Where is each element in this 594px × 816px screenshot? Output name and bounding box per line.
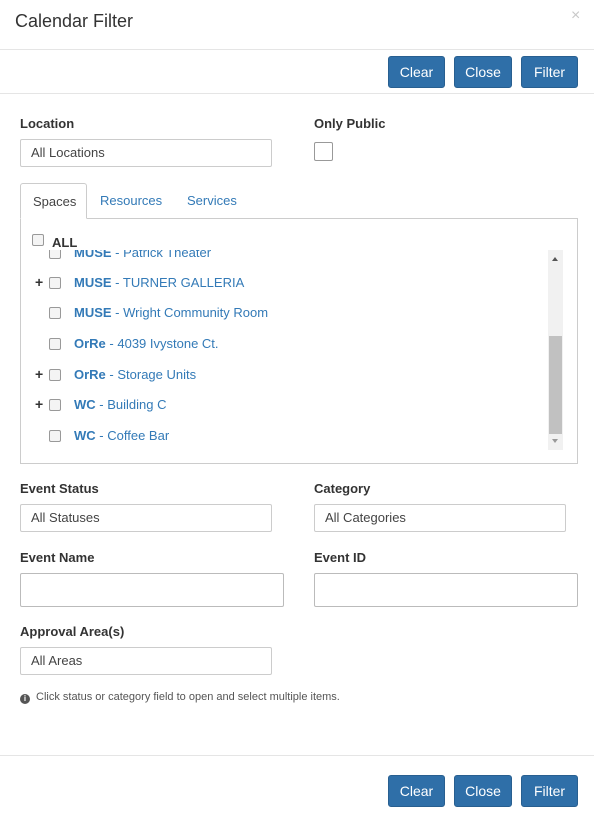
space-checkbox[interactable] (49, 250, 61, 259)
top-button-bar: Clear Close Filter (0, 50, 594, 94)
space-link[interactable]: MUSE - TURNER GALLERIA (74, 275, 244, 290)
approval-area-select[interactable]: All Areas (20, 647, 272, 675)
spaces-list: MUSE - Patrick Theater + MUSE - TURNER G… (21, 250, 548, 450)
clear-button-top[interactable]: Clear (388, 56, 445, 88)
expand-plus-icon[interactable]: + (35, 274, 43, 290)
tab-resources[interactable]: Resources (100, 183, 162, 219)
bottom-button-bar: Clear Close Filter (0, 755, 594, 816)
space-checkbox[interactable] (49, 338, 61, 350)
all-spaces-checkbox[interactable] (32, 234, 44, 246)
scroll-up-icon[interactable] (552, 257, 558, 261)
space-link[interactable]: OrRe - 4039 Ivystone Ct. (74, 336, 219, 351)
space-link[interactable]: WC - Coffee Bar (74, 428, 169, 443)
event-id-label: Event ID (314, 550, 367, 565)
event-status-select[interactable]: All Statuses (20, 504, 272, 532)
resource-tabs: Spaces Resources Services (20, 183, 578, 219)
modal-title: Calendar Filter (15, 11, 134, 31)
expand-plus-icon[interactable]: + (35, 396, 43, 412)
event-name-input[interactable] (20, 573, 284, 607)
close-button-top[interactable]: Close (454, 56, 512, 88)
spaces-scrollbar[interactable] (548, 250, 563, 450)
event-status-label: Event Status (20, 481, 99, 496)
event-id-input[interactable] (314, 573, 578, 607)
filter-button-bottom[interactable]: Filter (521, 775, 578, 807)
space-checkbox[interactable] (49, 307, 61, 319)
category-label: Category (314, 481, 371, 496)
scroll-down-icon[interactable] (552, 439, 558, 443)
approval-area-label: Approval Area(s) (20, 624, 125, 639)
list-item[interactable]: MUSE - Wright Community Room (21, 302, 548, 324)
space-link[interactable]: WC - Building C (74, 397, 167, 412)
space-checkbox[interactable] (49, 369, 61, 381)
close-button-bottom[interactable]: Close (454, 775, 512, 807)
all-spaces-label: ALL (52, 235, 78, 250)
list-item[interactable]: + OrRe - Storage Units (21, 364, 548, 386)
space-link[interactable]: MUSE - Wright Community Room (74, 305, 268, 320)
clear-button-bottom[interactable]: Clear (388, 775, 445, 807)
space-link[interactable]: MUSE - Patrick Theater (74, 250, 211, 260)
location-label: Location (20, 116, 75, 131)
close-icon[interactable]: × (571, 8, 580, 24)
hint-text: Click status or category field to open a… (36, 691, 340, 703)
space-checkbox[interactable] (49, 277, 61, 289)
only-public-checkbox[interactable] (314, 142, 333, 161)
list-item[interactable]: OrRe - 4039 Ivystone Ct. (21, 333, 548, 355)
category-select[interactable]: All Categories (314, 504, 566, 532)
list-item[interactable]: WC - Coffee Bar (21, 425, 548, 447)
scrollbar-thumb[interactable] (549, 336, 562, 434)
location-select[interactable]: All Locations (20, 139, 272, 167)
list-item[interactable]: MUSE - Patrick Theater (21, 250, 548, 264)
tab-spaces[interactable]: Spaces (20, 183, 87, 219)
expand-plus-icon[interactable]: + (35, 366, 43, 382)
only-public-label: Only Public (314, 116, 386, 131)
event-name-label: Event Name (20, 550, 95, 565)
list-item[interactable]: + WC - Building C (21, 394, 548, 416)
space-link[interactable]: OrRe - Storage Units (74, 367, 196, 382)
info-icon: i (20, 694, 30, 704)
filter-button-top[interactable]: Filter (521, 56, 578, 88)
modal-header: Calendar Filter × (0, 0, 594, 50)
list-item[interactable]: + MUSE - TURNER GALLERIA (21, 272, 548, 294)
space-checkbox[interactable] (49, 399, 61, 411)
tab-services[interactable]: Services (187, 183, 237, 219)
help-hint: i Click status or category field to open … (20, 691, 340, 704)
space-checkbox[interactable] (49, 430, 61, 442)
